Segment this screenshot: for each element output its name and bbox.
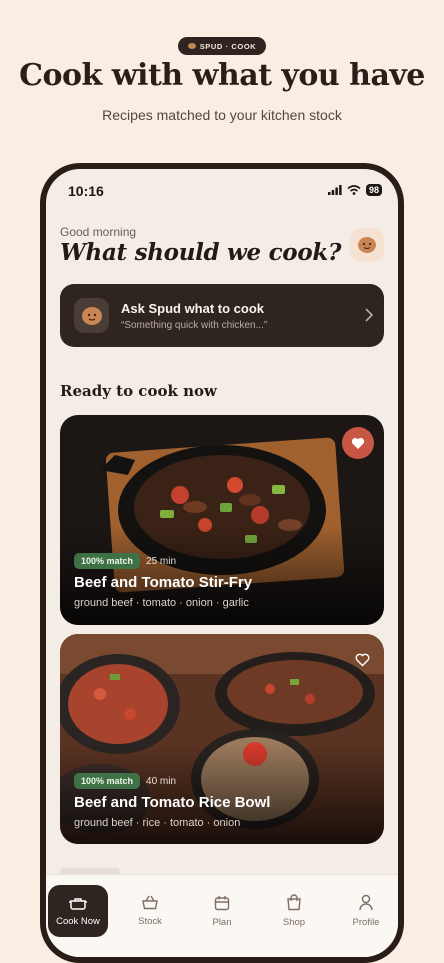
recipe-title: Beef and Tomato Rice Bowl xyxy=(74,794,271,811)
tab-stock[interactable]: Stock xyxy=(120,885,180,937)
ask-spud-title: Ask Spud what to cook xyxy=(121,301,265,316)
favorite-button[interactable] xyxy=(355,653,370,672)
shopping-bag-icon xyxy=(287,894,301,911)
tab-shop[interactable]: Shop xyxy=(264,885,324,937)
match-badge: 100% match xyxy=(74,773,141,789)
battery-level: 98 xyxy=(365,184,382,196)
match-badge: 100% match xyxy=(74,553,141,569)
recipe-card[interactable]: 100% match 25 min Beef and Tomato Stir-F… xyxy=(60,415,384,625)
basket-icon xyxy=(142,895,158,910)
heart-outline-icon xyxy=(355,653,370,667)
app-badge-label: SPUD · COOK xyxy=(199,41,257,51)
phone-screen: 10:16 98 Good morning What should we coo… xyxy=(46,169,398,957)
status-bar: 10:16 98 xyxy=(68,183,382,201)
hero-subtitle: Recipes matched to your kitchen stock xyxy=(102,107,342,123)
cook-time: 25 min xyxy=(146,555,177,567)
bottom-tab-bar: Cook Now Stock Plan Shop Profile xyxy=(46,874,398,957)
tab-label: Profile xyxy=(352,917,380,928)
chevron-right-icon xyxy=(365,308,374,322)
tab-profile[interactable]: Profile xyxy=(336,885,396,937)
recipe-ingredients: ground beef · rice · tomato · onion xyxy=(74,817,241,829)
signal-icon xyxy=(327,185,342,195)
tab-label: Stock xyxy=(138,916,162,927)
tab-label: Shop xyxy=(282,917,306,928)
greeting: Good morning xyxy=(60,225,137,239)
hero-title: Cook with what you have xyxy=(19,58,425,93)
status-time: 10:16 xyxy=(68,183,104,199)
person-icon xyxy=(359,894,373,911)
profile-avatar-button[interactable] xyxy=(350,228,384,262)
potato-face-icon xyxy=(358,237,376,253)
status-icons: 98 xyxy=(327,184,382,196)
tab-cook-now[interactable]: Cook Now xyxy=(48,885,108,937)
ask-spud-avatar xyxy=(74,298,109,333)
recipe-ingredients: ground beef · tomato · onion · garlic xyxy=(74,597,249,609)
app-badge: SPUD · COOK xyxy=(178,37,266,55)
favorite-button[interactable] xyxy=(342,427,374,459)
recipe-title: Beef and Tomato Stir-Fry xyxy=(74,574,253,591)
tab-label: Plan xyxy=(212,916,232,928)
match-row: 100% match 25 min xyxy=(74,553,176,569)
heart-filled-icon xyxy=(351,437,365,449)
calendar-icon xyxy=(214,895,230,910)
phone-frame: 10:16 98 Good morning What should we coo… xyxy=(40,163,404,963)
tab-plan[interactable]: Plan xyxy=(192,885,252,937)
pot-icon xyxy=(69,897,87,910)
tab-label: Cook Now xyxy=(56,915,100,927)
recipe-card[interactable]: 100% match 40 min Beef and Tomato Rice B… xyxy=(60,634,384,844)
wifi-icon xyxy=(347,185,361,195)
cook-time: 40 min xyxy=(146,775,177,787)
ask-spud-placeholder: “Something quick with chicken...” xyxy=(121,320,268,331)
page-title: What should we cook? xyxy=(60,239,342,266)
potato-face-icon xyxy=(81,306,102,325)
ask-spud-button[interactable]: Ask Spud what to cook “Something quick w… xyxy=(60,284,384,347)
section-title: Ready to cook now xyxy=(60,382,217,400)
potato-icon xyxy=(187,43,196,49)
match-row: 100% match 40 min xyxy=(74,773,176,789)
